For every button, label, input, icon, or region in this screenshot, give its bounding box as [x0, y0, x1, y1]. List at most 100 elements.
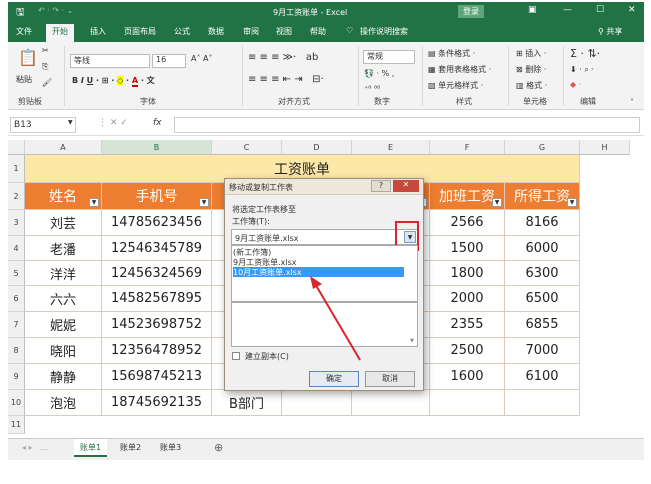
row-header-11[interactable]: 11 [8, 416, 25, 434]
login-button[interactable]: 登录 [458, 5, 484, 18]
column-header-B[interactable]: B [102, 140, 212, 155]
name-cell[interactable]: 刘芸 [25, 210, 102, 236]
name-cell[interactable]: 老潘 [25, 236, 102, 261]
total-pay-cell[interactable] [505, 390, 580, 416]
phone-cell[interactable]: 12456324569 [102, 261, 212, 286]
overtime-pay-cell[interactable]: 1500 [430, 236, 505, 261]
row-header-6[interactable]: 6 [8, 286, 25, 312]
tab-page-layout[interactable]: 页面布局 [124, 26, 156, 37]
workbook-options-list[interactable]: (新工作簿) 9月工资账单.xlsx 10月工资账单.xlsx [231, 245, 418, 302]
tab-view[interactable]: 视图 [276, 26, 292, 37]
sheet-tab-1[interactable]: 账单1 [74, 439, 108, 457]
filter-dropdown-icon[interactable]: ▼ [492, 198, 502, 207]
column-header-D[interactable]: D [282, 140, 352, 155]
name-cell[interactable]: 晓阳 [25, 338, 102, 364]
workbook-select[interactable]: 9月工资账单.xlsx ▼ [231, 229, 418, 245]
alignment-icons[interactable]: ≡ ≡ ≡ ≫· ab [248, 52, 318, 63]
font-grow-shrink-icons[interactable]: A˄ A˅ [191, 54, 213, 63]
column-header-C[interactable]: C [212, 140, 282, 155]
clear-icon[interactable]: ◆ · [570, 80, 581, 89]
phone-cell[interactable]: 14582567895 [102, 286, 212, 312]
formula-input[interactable] [174, 117, 640, 133]
total-pay-cell[interactable]: 8166 [505, 210, 580, 236]
copy-checkbox[interactable] [232, 352, 240, 360]
tab-data[interactable]: 数据 [208, 26, 224, 37]
cell-D[interactable] [282, 390, 352, 416]
tell-me-search[interactable]: 操作说明搜索 [360, 26, 408, 37]
phone-cell[interactable]: 14523698752 [102, 312, 212, 338]
cancel-button[interactable]: 取消 [365, 371, 415, 387]
header-cell-B[interactable]: 手机号 [102, 183, 212, 210]
tab-formulas[interactable]: 公式 [174, 26, 190, 37]
delete-cells-button[interactable]: ⊠ 删除 · [516, 64, 546, 75]
overtime-pay-cell[interactable]: 1600 [430, 364, 505, 390]
total-pay-cell[interactable]: 6100 [505, 364, 580, 390]
font-name-select[interactable]: 等线 [70, 54, 150, 68]
tab-home[interactable]: 开始 [46, 24, 74, 42]
name-box-dropdown-icon[interactable]: ▼ [68, 119, 73, 126]
format-painter-icon[interactable]: 🖌 [42, 78, 52, 87]
tab-insert[interactable]: 插入 [90, 26, 106, 37]
conditional-format-button[interactable]: ▤ 条件格式 · [428, 48, 475, 59]
share-button[interactable]: ⚲ 共享 [598, 26, 622, 37]
overtime-pay-cell[interactable]: 2566 [430, 210, 505, 236]
ribbon-display-icon[interactable]: ▣ [528, 5, 537, 15]
cut-icon[interactable]: ✂ [42, 46, 49, 55]
row-header-1[interactable]: 1 [8, 155, 25, 183]
ok-button[interactable]: 确定 [309, 371, 359, 387]
collapse-ribbon-icon[interactable]: ˄ [630, 98, 634, 107]
number-format-select[interactable]: 常规 [363, 50, 415, 64]
row-header-10[interactable]: 10 [8, 390, 25, 416]
total-pay-cell[interactable]: 6500 [505, 286, 580, 312]
add-sheet-icon[interactable]: ⊕ [208, 439, 229, 457]
name-cell[interactable]: 泡泡 [25, 390, 102, 416]
cancel-enter-icons[interactable]: ⋮ ✕ ✓ [98, 118, 128, 128]
close-button[interactable]: ✕ [393, 180, 419, 192]
phone-cell[interactable]: 12546345789 [102, 236, 212, 261]
sheet-before-list[interactable]: ▼ [231, 302, 418, 347]
phone-cell[interactable]: 18745692135 [102, 390, 212, 416]
overtime-pay-cell[interactable]: 1800 [430, 261, 505, 286]
row-header-7[interactable]: 7 [8, 312, 25, 338]
column-header-F[interactable]: F [430, 140, 505, 155]
table-format-button[interactable]: ▦ 套用表格格式 · [428, 64, 491, 75]
row-header-3[interactable]: 3 [8, 210, 25, 236]
cell-style-button[interactable]: ▧ 单元格样式 · [428, 80, 483, 91]
font-size-select[interactable]: 16 [152, 54, 186, 68]
name-cell[interactable]: 洋洋 [25, 261, 102, 286]
paste-icon[interactable]: 📋 [18, 48, 38, 67]
filter-dropdown-icon[interactable]: ▼ [567, 198, 577, 207]
overtime-pay-cell[interactable]: 2500 [430, 338, 505, 364]
scroll-down-icon[interactable]: ▼ [410, 338, 414, 344]
maximize-icon[interactable]: ☐ [596, 5, 604, 15]
row-header-2[interactable]: 2 [8, 183, 25, 210]
total-pay-cell[interactable]: 6000 [505, 236, 580, 261]
overtime-pay-cell[interactable]: 2000 [430, 286, 505, 312]
name-cell[interactable]: 静静 [25, 364, 102, 390]
phone-cell[interactable]: 14785623456 [102, 210, 212, 236]
row-header-4[interactable]: 4 [8, 236, 25, 261]
overtime-pay-cell[interactable]: 2355 [430, 312, 505, 338]
tab-review[interactable]: 审阅 [243, 26, 259, 37]
phone-cell[interactable]: 12356478952 [102, 338, 212, 364]
overtime-pay-cell[interactable] [430, 390, 505, 416]
column-header-A[interactable]: A [25, 140, 102, 155]
column-header-E[interactable]: E [352, 140, 430, 155]
bold-italic-underline-icons[interactable]: B I U · ⊞ · ◇ · A · 文 [72, 75, 155, 87]
close-icon[interactable]: ✕ [628, 5, 636, 15]
decimal-icons[interactable]: ⁺⁰ ⁰⁰ [364, 84, 380, 93]
undo-redo-icons[interactable]: ↶ · ↷ · ⌄ [38, 6, 73, 15]
insert-function-button[interactable]: fx [153, 118, 162, 128]
name-cell[interactable]: 六六 [25, 286, 102, 312]
help-button[interactable]: ? [371, 180, 391, 192]
name-box[interactable]: B13 [10, 117, 76, 133]
option-oct-workbook[interactable]: 10月工资账单.xlsx [233, 267, 404, 277]
filter-dropdown-icon[interactable]: ▼ [89, 198, 99, 207]
cell-E[interactable] [352, 390, 430, 416]
phone-cell[interactable]: 15698745213 [102, 364, 212, 390]
total-pay-cell[interactable]: 7000 [505, 338, 580, 364]
row-header-9[interactable]: 9 [8, 364, 25, 390]
select-all-corner[interactable] [8, 140, 25, 155]
tab-help[interactable]: 帮助 [310, 26, 326, 37]
format-cells-button[interactable]: ▥ 格式 · [516, 80, 547, 91]
